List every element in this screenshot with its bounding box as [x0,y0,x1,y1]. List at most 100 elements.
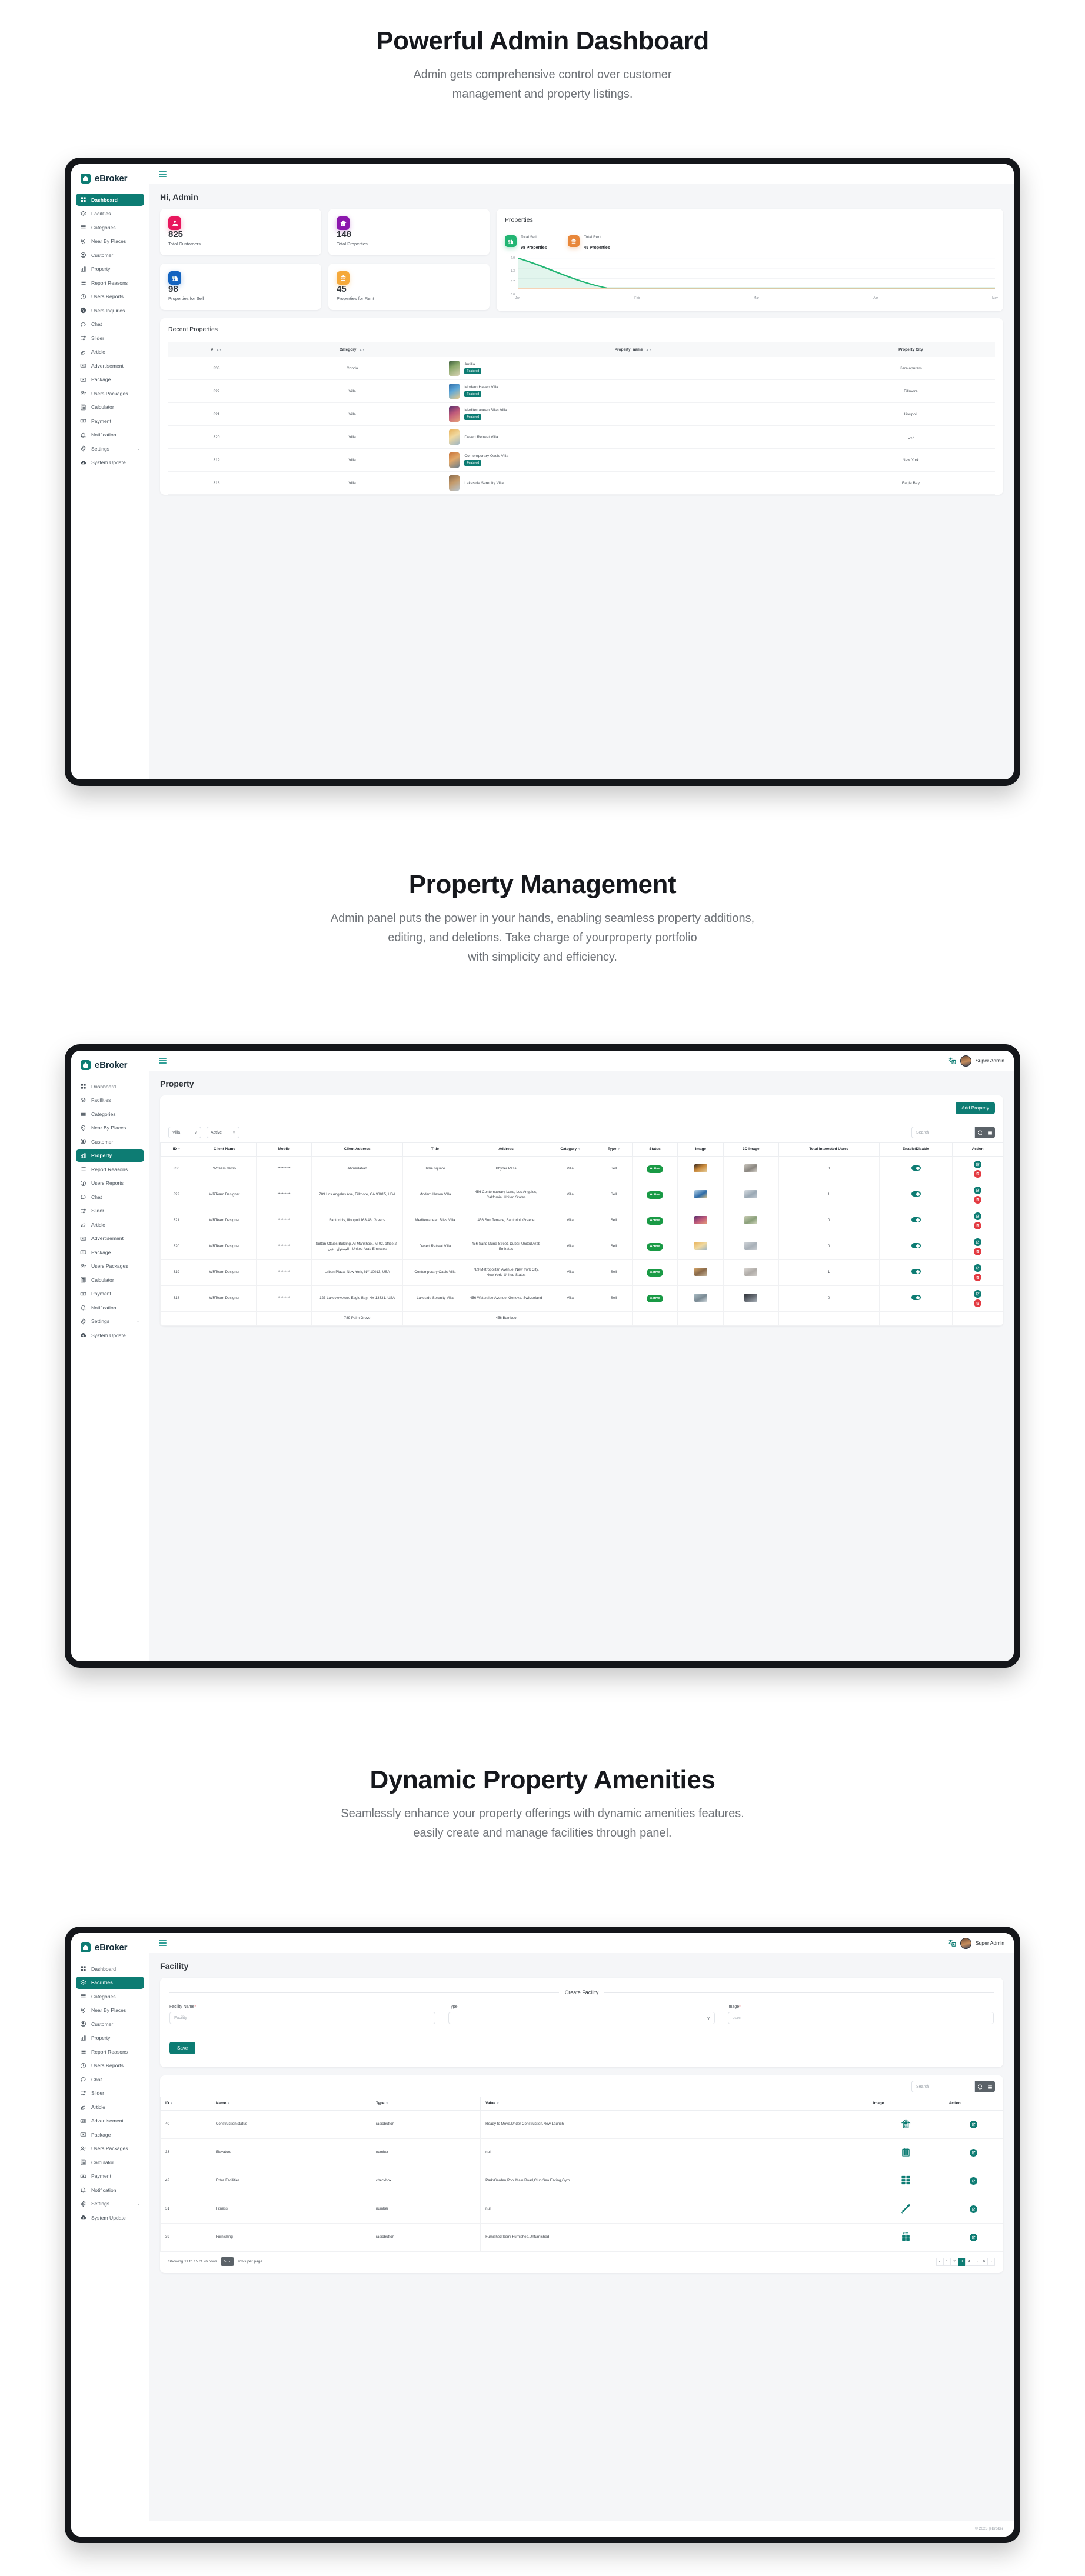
sidebar-item-payment[interactable]: Payment [76,415,144,427]
column-header[interactable]: Action [952,1142,1003,1157]
sidebar-item-package[interactable]: Package [76,374,144,386]
table-row[interactable]: 31 Fitness number null [160,2195,1004,2224]
sidebar-item-advertisement[interactable]: Advertisement [76,1232,144,1245]
table-row[interactable]: 40 Construction status radiobutton Ready to… [160,2110,1004,2139]
property-3d-image-thumbnail[interactable] [744,1164,758,1172]
table-row[interactable]: 333 Condo Antilia Featured Keralapuram [168,357,995,380]
table-row[interactable]: 39 Furnishing radiobutton Furnished,Semi-Fu… [160,2223,1004,2252]
column-header[interactable]: Client Name [192,1142,257,1157]
sidebar-item-facilities[interactable]: Facilities [76,208,144,220]
sidebar-item-report-reasons[interactable]: Report Reasons [76,2045,144,2058]
sidebar-item-users-reports[interactable]: Users Reports [76,1177,144,1189]
enable-disable-toggle[interactable] [911,1191,921,1197]
search-input[interactable]: Search [911,2081,975,2092]
sidebar-item-chat[interactable]: Chat [76,1191,144,1203]
sidebar-item-notification[interactable]: Notification [76,2184,144,2196]
add-property-button[interactable]: Add Property [956,1102,995,1114]
sidebar-item-customer[interactable]: Customer [76,2018,144,2030]
column-header[interactable]: Total Interested Users [778,1142,880,1157]
save-button[interactable]: Save [169,2042,196,2054]
column-header[interactable]: ID ▾ [160,2097,211,2111]
sidebar-item-notification[interactable]: Notification [76,1301,144,1314]
column-header[interactable]: Status [631,1142,678,1157]
delete-icon[interactable] [974,1170,982,1178]
language-translate-icon[interactable] [948,1939,956,1947]
page-button[interactable]: 4 [965,2257,973,2266]
hamburger-menu-icon[interactable] [159,1940,167,1947]
property-3d-image-thumbnail[interactable] [744,1267,758,1276]
refresh-icon[interactable] [975,2081,985,2092]
brand-logo[interactable]: eBroker [71,164,149,192]
hamburger-menu-icon[interactable] [159,171,167,178]
sidebar-item-calculator[interactable]: Calculator [76,401,144,414]
column-header[interactable]: 3D Image [723,1142,779,1157]
facility-name-input[interactable]: Facility [169,2012,436,2024]
column-toggle-icon[interactable] [985,1127,995,1138]
status-filter-select[interactable]: Active ∨ [207,1127,239,1138]
column-header[interactable]: Type ▾ [595,1142,633,1157]
sidebar-item-users-packages[interactable]: Users Packages [76,387,144,399]
search-input[interactable]: Search [911,1127,975,1138]
sidebar-item-property[interactable]: Property [76,263,144,275]
page-button[interactable]: 1 [943,2257,951,2266]
sidebar-item-customer[interactable]: Customer [76,1135,144,1148]
sidebar-item-dashboard[interactable]: Dashboard [76,1080,144,1092]
sidebar-item-notification[interactable]: Notification [76,429,144,441]
sidebar-item-categories[interactable]: Categories [76,1990,144,2002]
table-row[interactable]: 318 WRTeam Designer ********* 123 Lakeview … [160,1285,1003,1312]
enable-disable-toggle[interactable] [911,1243,921,1248]
avatar[interactable] [960,1055,971,1067]
edit-icon[interactable] [969,2177,977,2185]
sidebar-item-report-reasons[interactable]: Report Reasons [76,1163,144,1175]
column-header[interactable]: Mobile [256,1142,312,1157]
edit-icon[interactable] [969,2149,977,2157]
sidebar-item-users-inquiries[interactable]: Users Inquiries [76,304,144,316]
facility-type-select[interactable]: ∨ [448,2012,715,2024]
delete-icon[interactable] [974,1248,982,1255]
edit-icon[interactable] [974,1161,982,1168]
edit-icon[interactable] [974,1238,982,1246]
edit-icon[interactable] [969,2234,977,2241]
sidebar-item-users-packages[interactable]: Users Packages [76,2142,144,2155]
property-3d-image-thumbnail[interactable] [744,1189,758,1198]
edit-icon[interactable] [969,2205,977,2213]
table-row[interactable]: 319 Villa Contemporary Oasis Villa Featured… [168,448,995,472]
column-header[interactable]: Property_name ▲▼ [440,342,827,357]
enable-disable-toggle[interactable] [911,1269,921,1274]
facility-image-file-input[interactable]: osen [727,2012,994,2024]
column-header[interactable]: # ▲▼ [168,342,265,357]
sidebar-item-system-update[interactable]: System Update [76,1329,144,1341]
avatar[interactable] [960,1937,971,1949]
sidebar-item-users-packages[interactable]: Users Packages [76,1260,144,1272]
sidebar-item-advertisement[interactable]: Advertisement [76,2115,144,2127]
column-header[interactable]: Enable/Disable [878,1142,953,1157]
sidebar-item-users-reports[interactable]: Users Reports [76,291,144,303]
edit-icon[interactable] [974,1264,982,1272]
table-row[interactable]: 320 WRTeam Designer ********* Sultan Otaibs… [160,1234,1003,1260]
table-row[interactable]: 319 WRTeam Designer ********* Urban Plaza, … [160,1259,1003,1286]
table-row[interactable]: 318 Villa Lakeside Serenity Villa Eagle Bay [168,471,995,495]
column-toggle-icon[interactable] [985,2081,995,2092]
column-header[interactable]: Category ▾ [544,1142,596,1157]
sidebar-item-categories[interactable]: Categories [76,221,144,234]
hamburger-menu-icon[interactable] [159,1057,167,1064]
property-image-thumbnail[interactable] [694,1267,707,1276]
sidebar-item-settings[interactable]: Settings ⌄ [76,2198,144,2210]
property-3d-image-thumbnail[interactable] [744,1215,758,1224]
sidebar-item-package[interactable]: Package [76,1246,144,1258]
property-image-thumbnail[interactable] [694,1164,707,1172]
delete-icon[interactable] [974,1299,982,1307]
table-row[interactable]: 321 WRTeam Designer ********* Santorinis, I… [160,1208,1003,1234]
sidebar-item-property[interactable]: Property [76,1149,144,1162]
column-header[interactable]: Title [402,1142,468,1157]
sidebar-item-near-by-places[interactable]: Near By Places [76,2004,144,2017]
table-row[interactable]: 322 WRTeam Designer ********* 789 Los Angel… [160,1182,1003,1208]
sidebar-item-chat[interactable]: Chat [76,318,144,331]
column-header[interactable]: Value ▾ [480,2097,868,2111]
sidebar-item-system-update[interactable]: System Update [76,2211,144,2224]
sidebar-item-settings[interactable]: Settings ⌄ [76,442,144,455]
sidebar-item-slider[interactable]: Slider [76,2087,144,2100]
column-header[interactable]: Type ▾ [370,2097,481,2111]
column-header[interactable]: Action [943,2097,1004,2111]
sidebar-item-calculator[interactable]: Calculator [76,1274,144,1286]
